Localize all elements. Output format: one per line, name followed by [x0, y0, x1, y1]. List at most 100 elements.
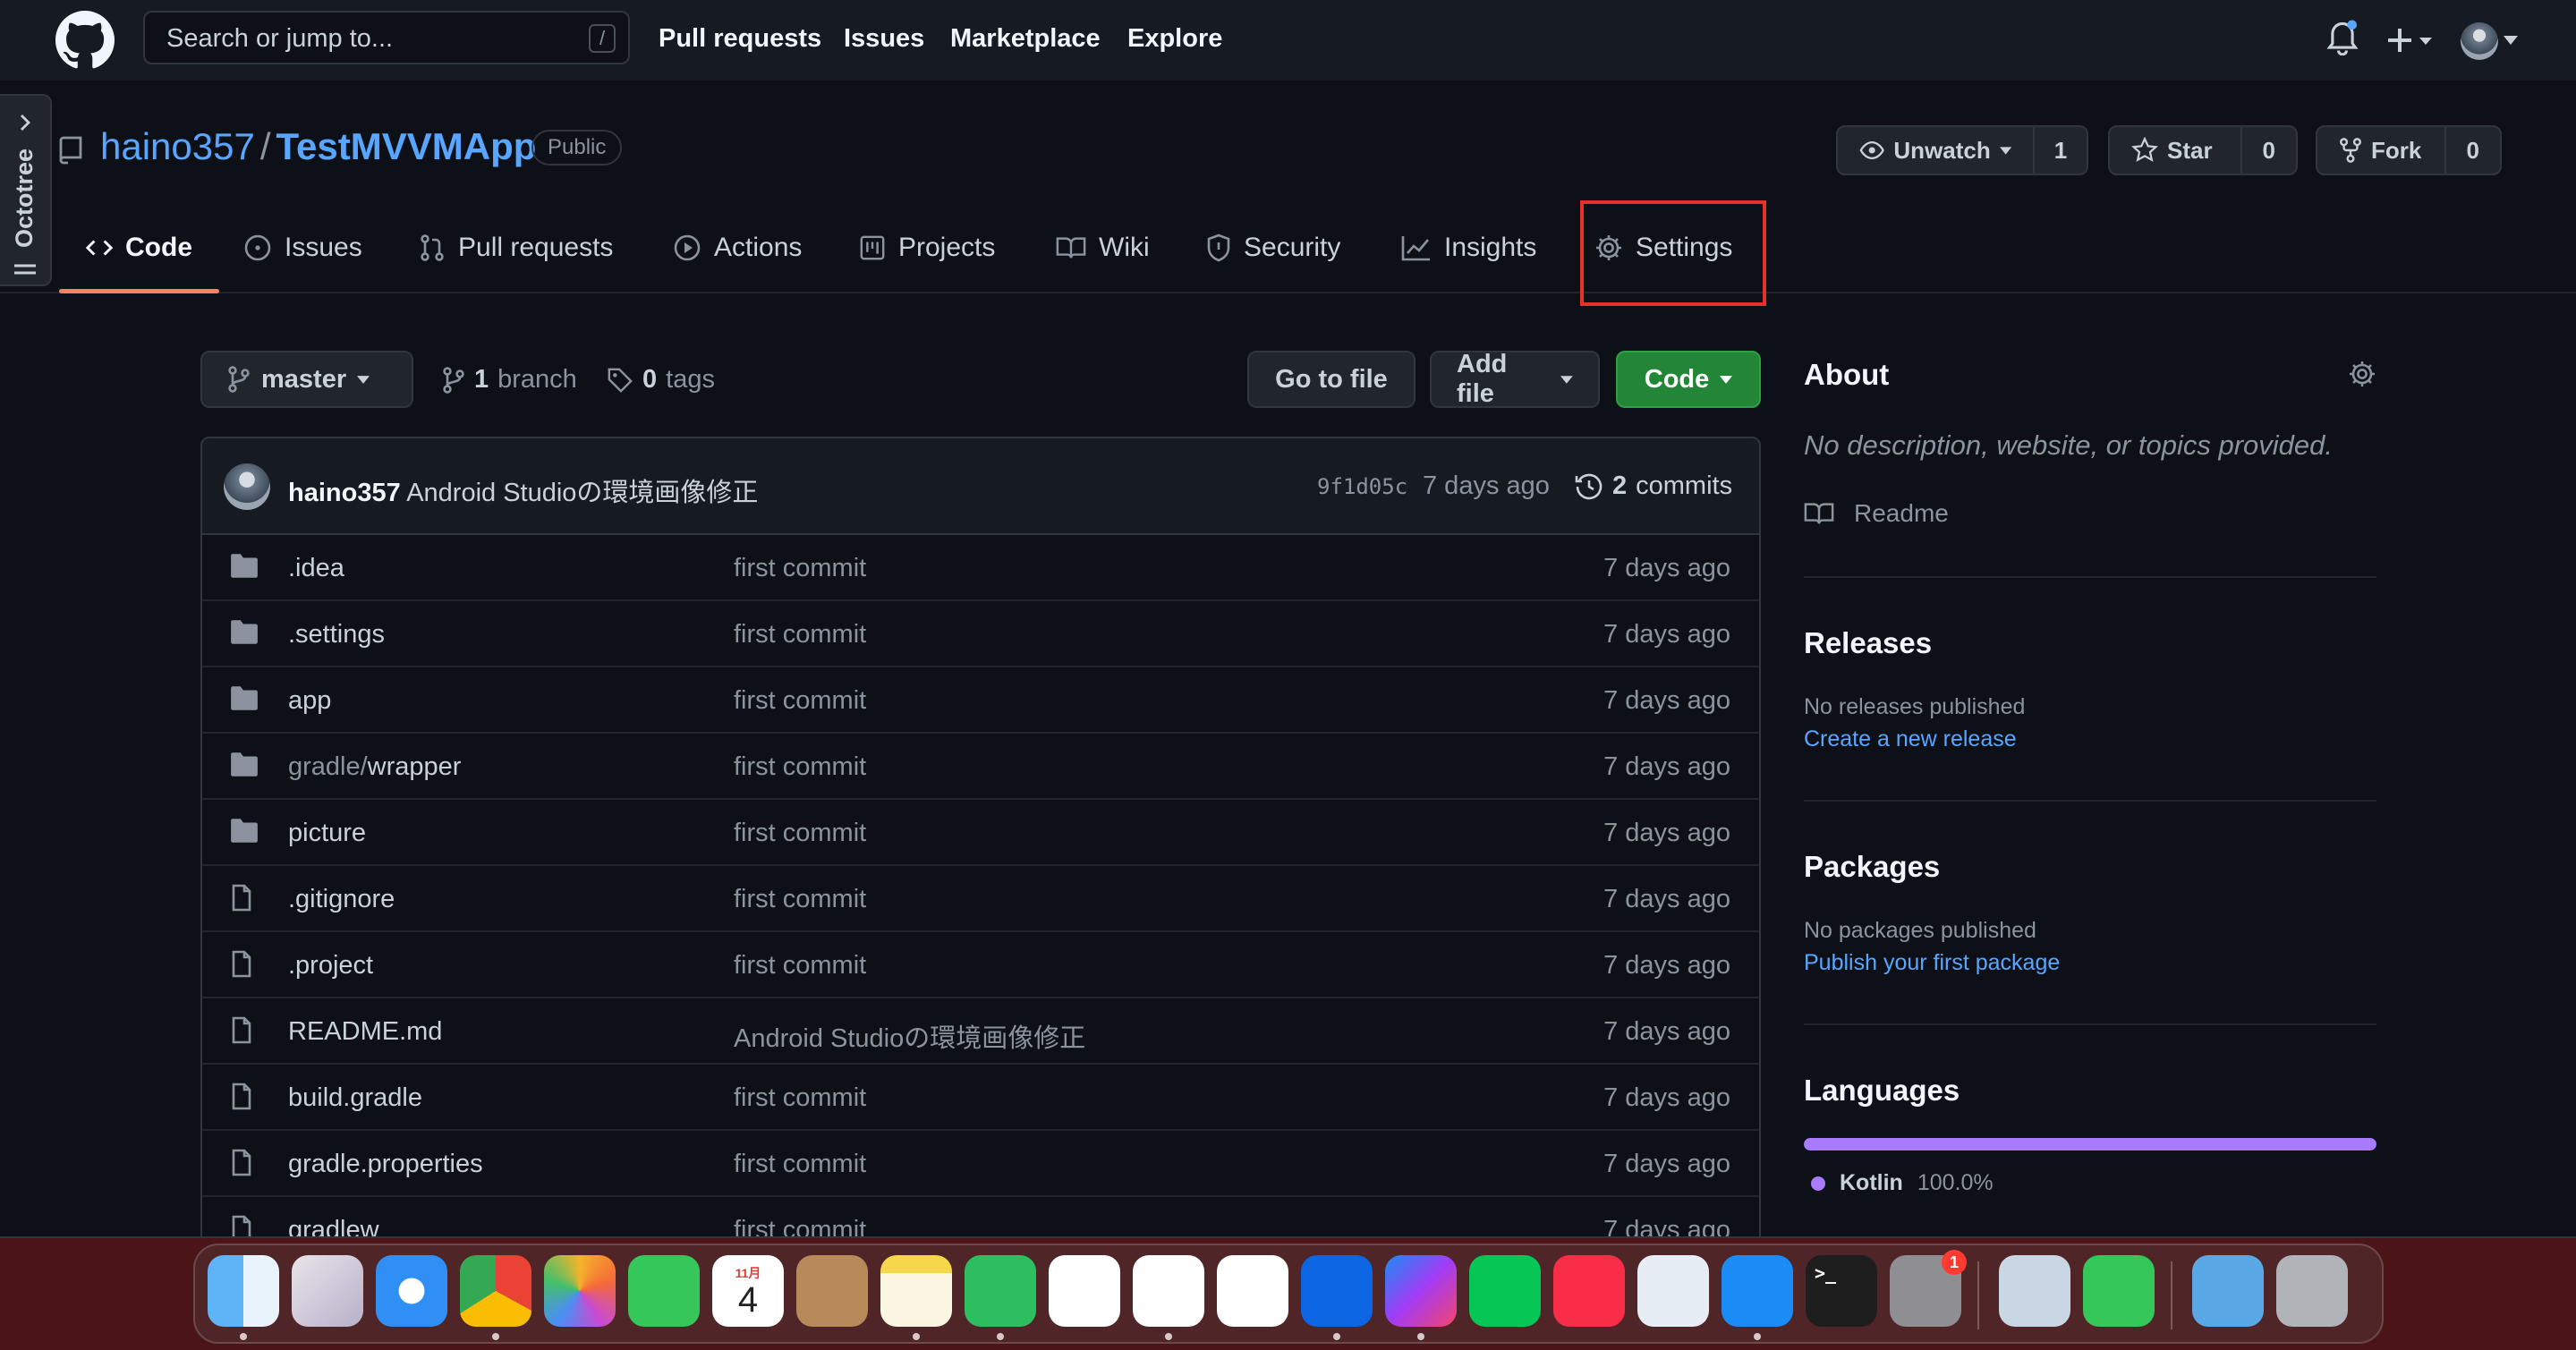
file-row[interactable]: gradlew first commit 7 days ago: [202, 1197, 1759, 1236]
android-studio-icon[interactable]: [1217, 1255, 1288, 1327]
user-avatar[interactable]: [2461, 22, 2498, 60]
file-row[interactable]: gradle.properties first commit 7 days ago: [202, 1131, 1759, 1197]
file-name-link[interactable]: gradle.properties: [288, 1150, 483, 1179]
tab-insights[interactable]: Insights: [1401, 204, 1536, 292]
file-row[interactable]: picture first commit 7 days ago: [202, 800, 1759, 866]
watch-count[interactable]: 1: [2035, 127, 2087, 174]
file-row[interactable]: gradle/wrapper first commit 7 days ago: [202, 734, 1759, 800]
file-row[interactable]: .settings first commit 7 days ago: [202, 601, 1759, 667]
tab-projects[interactable]: Projects: [859, 204, 995, 292]
file-name-link[interactable]: gradlew: [288, 1216, 379, 1236]
keynote-icon[interactable]: [1637, 1255, 1709, 1327]
branches-link[interactable]: 1 branch: [442, 365, 577, 395]
facetime-icon[interactable]: [628, 1255, 700, 1327]
terminal-icon[interactable]: >_: [1806, 1255, 1877, 1327]
file-commit-message-link[interactable]: first commit: [734, 819, 866, 848]
file-commit-message-link[interactable]: first commit: [734, 1083, 866, 1113]
messages-icon[interactable]: [2083, 1255, 2155, 1327]
readme-link[interactable]: Readme: [1804, 499, 1949, 528]
file-name-link[interactable]: .idea: [288, 554, 344, 583]
contacts-icon[interactable]: [796, 1255, 868, 1327]
plus-dropdown-icon[interactable]: [2385, 25, 2436, 55]
go-to-file-button[interactable]: Go to file: [1247, 351, 1416, 408]
file-commit-message-link[interactable]: first commit: [734, 951, 866, 981]
tags-link[interactable]: 0 tags: [607, 365, 715, 395]
fork-button[interactable]: Fork: [2317, 127, 2446, 174]
nav-issues[interactable]: Issues: [844, 24, 924, 54]
file-name-link[interactable]: .project: [288, 951, 373, 981]
vscode-icon[interactable]: [1133, 1255, 1204, 1327]
safari-icon[interactable]: [376, 1255, 447, 1327]
evernote-icon[interactable]: [965, 1255, 1036, 1327]
trash-icon[interactable]: [2276, 1255, 2348, 1327]
tab-issues[interactable]: Issues: [243, 204, 362, 292]
nav-marketplace[interactable]: Marketplace: [950, 24, 1101, 54]
branch-select-button[interactable]: master: [200, 351, 413, 408]
file-name-link[interactable]: app: [288, 686, 331, 716]
slack-icon[interactable]: [1049, 1255, 1120, 1327]
tab-wiki[interactable]: Wiki: [1056, 204, 1150, 292]
add-file-button[interactable]: Add file: [1430, 350, 1600, 408]
file-name-link[interactable]: picture: [288, 819, 366, 848]
calendar-icon[interactable]: 11月 4: [712, 1255, 784, 1327]
star-button[interactable]: Star: [2110, 127, 2242, 174]
fork-count[interactable]: 0: [2446, 127, 2500, 174]
chrome-icon[interactable]: [460, 1255, 531, 1327]
trello-icon[interactable]: [1301, 1255, 1373, 1327]
finder-icon[interactable]: [208, 1255, 279, 1327]
file-commit-message-link[interactable]: first commit: [734, 1216, 866, 1236]
releases-heading[interactable]: Releases: [1804, 626, 1932, 660]
repo-owner-link[interactable]: haino357: [100, 125, 255, 167]
line-icon[interactable]: [1469, 1255, 1541, 1327]
preview-icon[interactable]: [1999, 1255, 2070, 1327]
avatar-dropdown-icon[interactable]: [2504, 36, 2518, 45]
code-button[interactable]: Code: [1616, 351, 1761, 408]
file-name-link[interactable]: .gitignore: [288, 885, 395, 914]
tab-security[interactable]: Security: [1206, 204, 1340, 292]
commits-link[interactable]: 2 commits: [1575, 471, 1732, 501]
notes-icon[interactable]: [880, 1255, 952, 1327]
star-count[interactable]: 0: [2242, 127, 2296, 174]
file-commit-message-link[interactable]: first commit: [734, 1150, 866, 1179]
downloads-icon[interactable]: [2192, 1255, 2264, 1327]
commit-author-link[interactable]: haino357: [288, 479, 401, 507]
file-name-link[interactable]: .settings: [288, 620, 385, 650]
nav-explore[interactable]: Explore: [1127, 24, 1222, 54]
file-commit-message-link[interactable]: first commit: [734, 686, 866, 716]
file-row[interactable]: .idea first commit 7 days ago: [202, 535, 1759, 601]
bell-icon[interactable]: [2326, 20, 2359, 55]
tab-actions[interactable]: Actions: [673, 204, 802, 292]
app-store-icon[interactable]: [1722, 1255, 1793, 1327]
create-release-link[interactable]: Create a new release: [1804, 726, 2017, 752]
file-row[interactable]: .gitignore first commit 7 days ago: [202, 866, 1759, 932]
file-row[interactable]: app first commit 7 days ago: [202, 667, 1759, 734]
language-kotlin[interactable]: Kotlin 100.0%: [1811, 1170, 1994, 1196]
file-row[interactable]: build.gradle first commit 7 days ago: [202, 1065, 1759, 1131]
commit-message-link[interactable]: Android Studioの環境画像修正: [406, 479, 758, 507]
publish-package-link[interactable]: Publish your first package: [1804, 950, 2060, 976]
github-logo-icon[interactable]: [55, 11, 115, 70]
launchpad-icon[interactable]: [292, 1255, 363, 1327]
file-commit-message-link[interactable]: first commit: [734, 554, 866, 583]
music-icon[interactable]: [1553, 1255, 1625, 1327]
commit-author-avatar[interactable]: [224, 463, 270, 510]
file-commit-message-link[interactable]: first commit: [734, 885, 866, 914]
file-commit-message-link[interactable]: Android Studioの環境画像修正: [734, 1017, 1085, 1055]
file-row[interactable]: README.md Android Studioの環境画像修正 7 days ago: [202, 998, 1759, 1065]
tab-code[interactable]: Code: [59, 204, 219, 293]
nav-pull-requests[interactable]: Pull requests: [659, 24, 821, 54]
file-name-link[interactable]: build.gradle: [288, 1083, 422, 1113]
search-input[interactable]: Search or jump to... /: [143, 11, 630, 64]
file-name-link[interactable]: README.md: [288, 1017, 442, 1047]
file-commit-message-link[interactable]: first commit: [734, 752, 866, 782]
system-preferences-icon[interactable]: 1: [1890, 1250, 1967, 1327]
commit-sha-link[interactable]: 9f1d05c: [1317, 474, 1407, 499]
file-row[interactable]: .project first commit 7 days ago: [202, 932, 1759, 998]
messenger-icon[interactable]: [1385, 1255, 1457, 1327]
packages-heading[interactable]: Packages: [1804, 850, 1940, 884]
about-settings-gear-icon[interactable]: [2348, 360, 2376, 388]
file-commit-message-link[interactable]: first commit: [734, 620, 866, 650]
photos-icon[interactable]: [544, 1255, 616, 1327]
repo-name-link[interactable]: TestMVVMApp: [276, 125, 537, 167]
tab-pull-requests[interactable]: Pull requests: [419, 204, 613, 292]
